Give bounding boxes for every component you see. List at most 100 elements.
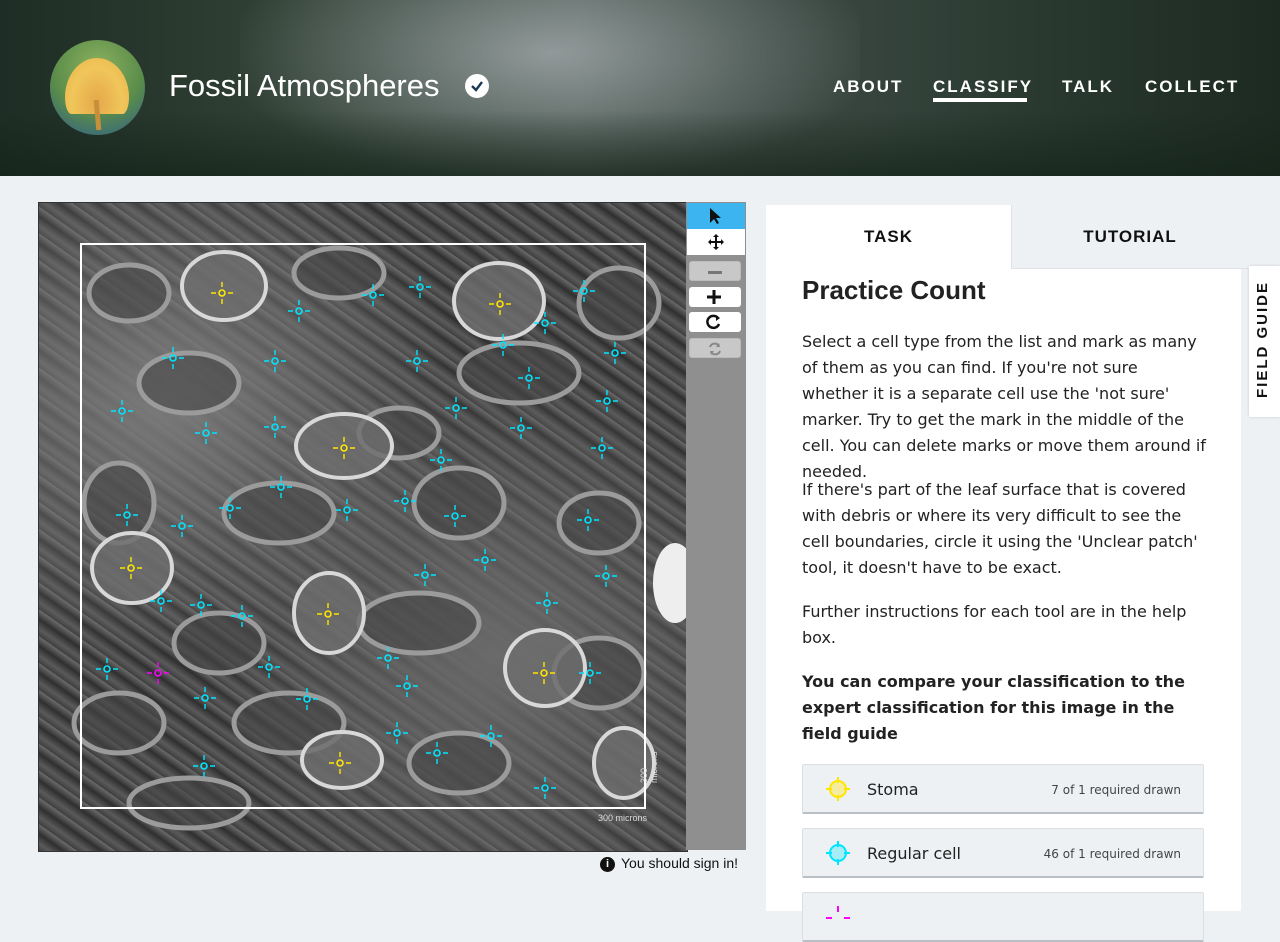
- regular-cell-mark[interactable]: [195, 422, 217, 444]
- nav-collect[interactable]: COLLECT: [1145, 77, 1239, 97]
- site-header: Fossil Atmospheres ABOUT CLASSIFY TALK C…: [0, 0, 1280, 176]
- regular-cell-mark[interactable]: [430, 449, 452, 471]
- regular-cell-mark[interactable]: [577, 509, 599, 531]
- regular-cell-mark[interactable]: [296, 688, 318, 710]
- stoma-mark[interactable]: [317, 603, 339, 625]
- tool-option-label: Stoma: [867, 780, 919, 799]
- task-instructions-4: You can compare your classification to t…: [802, 672, 1185, 743]
- zoom-in-icon: [707, 290, 721, 304]
- regular-cell-mark[interactable]: [270, 476, 292, 498]
- crosshair-icon: [826, 841, 850, 865]
- regular-cell-mark[interactable]: [162, 347, 184, 369]
- regular-cell-mark[interactable]: [194, 687, 216, 709]
- select-tool-button[interactable]: [687, 203, 745, 229]
- reset-icon: [709, 342, 721, 356]
- zoom-in-button[interactable]: [689, 287, 741, 307]
- regular-cell-mark[interactable]: [536, 592, 558, 614]
- sign-in-text: You should sign in!: [621, 855, 739, 871]
- task-instructions-3: Further instructions for each tool are i…: [802, 602, 1187, 647]
- header-background-shade: [0, 110, 1280, 176]
- regular-cell-mark[interactable]: [445, 397, 467, 419]
- tool-option-not-sure[interactable]: [802, 892, 1204, 942]
- regular-cell-mark[interactable]: [231, 605, 253, 627]
- field-guide-tab[interactable]: FIELD GUIDE: [1249, 266, 1280, 417]
- stoma-mark[interactable]: [211, 282, 233, 304]
- regular-cell-mark[interactable]: [386, 722, 408, 744]
- move-icon: [708, 234, 724, 250]
- regular-cell-mark[interactable]: [426, 742, 448, 764]
- not-sure-mark[interactable]: [147, 662, 169, 684]
- regular-cell-mark[interactable]: [193, 755, 215, 777]
- tool-option-count: 7 of 1 required drawn: [1051, 783, 1181, 797]
- zoom-out-icon: [708, 271, 722, 274]
- tool-option-regular-cell[interactable]: Regular cell 46 of 1 required drawn: [802, 828, 1204, 878]
- task-instructions-1: Select a cell type from the list and mar…: [802, 332, 1206, 481]
- task-tabs: TASK TUTORIAL: [766, 205, 1248, 269]
- tab-tutorial[interactable]: TUTORIAL: [1011, 205, 1248, 269]
- regular-cell-mark[interactable]: [573, 280, 595, 302]
- regular-cell-mark[interactable]: [409, 276, 431, 298]
- reset-view-button[interactable]: [689, 338, 741, 358]
- image-toolbar: [686, 202, 746, 850]
- regular-cell-mark[interactable]: [394, 490, 416, 512]
- stoma-mark[interactable]: [489, 293, 511, 315]
- regular-cell-mark[interactable]: [396, 675, 418, 697]
- sign-in-notice[interactable]: i You should sign in!: [600, 855, 738, 872]
- regular-cell-mark[interactable]: [591, 437, 613, 459]
- regular-cell-mark[interactable]: [190, 594, 212, 616]
- subject-image-viewer[interactable]: 300 microns 300 microns: [38, 202, 688, 852]
- info-icon: i: [600, 857, 615, 872]
- nav-active-underline: [933, 98, 1027, 102]
- regular-cell-mark[interactable]: [288, 300, 310, 322]
- regular-cell-mark[interactable]: [595, 565, 617, 587]
- regular-cell-mark[interactable]: [264, 350, 286, 372]
- regular-cell-mark[interactable]: [111, 400, 133, 422]
- regular-cell-mark[interactable]: [414, 564, 436, 586]
- regular-cell-mark[interactable]: [510, 417, 532, 439]
- regular-cell-mark[interactable]: [444, 505, 466, 527]
- regular-cell-mark[interactable]: [171, 515, 193, 537]
- classification-marks[interactable]: [39, 203, 687, 851]
- site-title[interactable]: Fossil Atmospheres: [169, 68, 440, 104]
- move-tool-button[interactable]: [687, 229, 745, 255]
- stoma-mark[interactable]: [329, 752, 351, 774]
- nav-about[interactable]: ABOUT: [833, 77, 903, 97]
- regular-cell-mark[interactable]: [406, 350, 428, 372]
- field-guide-label: FIELD GUIDE: [1254, 280, 1271, 398]
- zoom-out-button[interactable]: [689, 261, 741, 281]
- regular-cell-mark[interactable]: [96, 658, 118, 680]
- regular-cell-mark[interactable]: [219, 497, 241, 519]
- task-panel: TASK TUTORIAL Practice Count Select a ce…: [766, 205, 1248, 942]
- regular-cell-mark[interactable]: [264, 416, 286, 438]
- tool-option-count: 46 of 1 required drawn: [1043, 847, 1181, 861]
- regular-cell-mark[interactable]: [518, 367, 540, 389]
- regular-cell-mark[interactable]: [258, 656, 280, 678]
- nav-classify[interactable]: CLASSIFY: [933, 77, 1033, 97]
- regular-cell-mark[interactable]: [336, 499, 358, 521]
- regular-cell-mark[interactable]: [377, 647, 399, 669]
- regular-cell-mark[interactable]: [604, 342, 626, 364]
- tool-option-stoma[interactable]: Stoma 7 of 1 required drawn: [802, 764, 1204, 814]
- rotate-icon: [706, 314, 721, 330]
- regular-cell-mark[interactable]: [492, 334, 514, 356]
- crosshair-icon: [826, 906, 850, 919]
- regular-cell-mark[interactable]: [596, 390, 618, 412]
- regular-cell-mark[interactable]: [474, 549, 496, 571]
- rotate-button[interactable]: [689, 312, 741, 332]
- task-instructions-2: If there's part of the leaf surface that…: [802, 480, 1198, 577]
- stoma-mark[interactable]: [120, 557, 142, 579]
- regular-cell-mark[interactable]: [534, 777, 556, 799]
- regular-cell-mark[interactable]: [116, 504, 138, 526]
- regular-cell-mark[interactable]: [150, 590, 172, 612]
- regular-cell-mark[interactable]: [534, 312, 556, 334]
- stoma-mark[interactable]: [533, 662, 555, 684]
- regular-cell-mark[interactable]: [362, 284, 384, 306]
- regular-cell-mark[interactable]: [480, 725, 502, 747]
- verified-badge-icon: [465, 74, 489, 98]
- nav-talk[interactable]: TALK: [1062, 77, 1114, 97]
- stoma-mark[interactable]: [333, 437, 355, 459]
- regular-cell-mark[interactable]: [579, 662, 601, 684]
- project-logo[interactable]: [50, 40, 145, 135]
- crosshair-icon: [826, 777, 850, 801]
- tab-task[interactable]: TASK: [766, 205, 1011, 268]
